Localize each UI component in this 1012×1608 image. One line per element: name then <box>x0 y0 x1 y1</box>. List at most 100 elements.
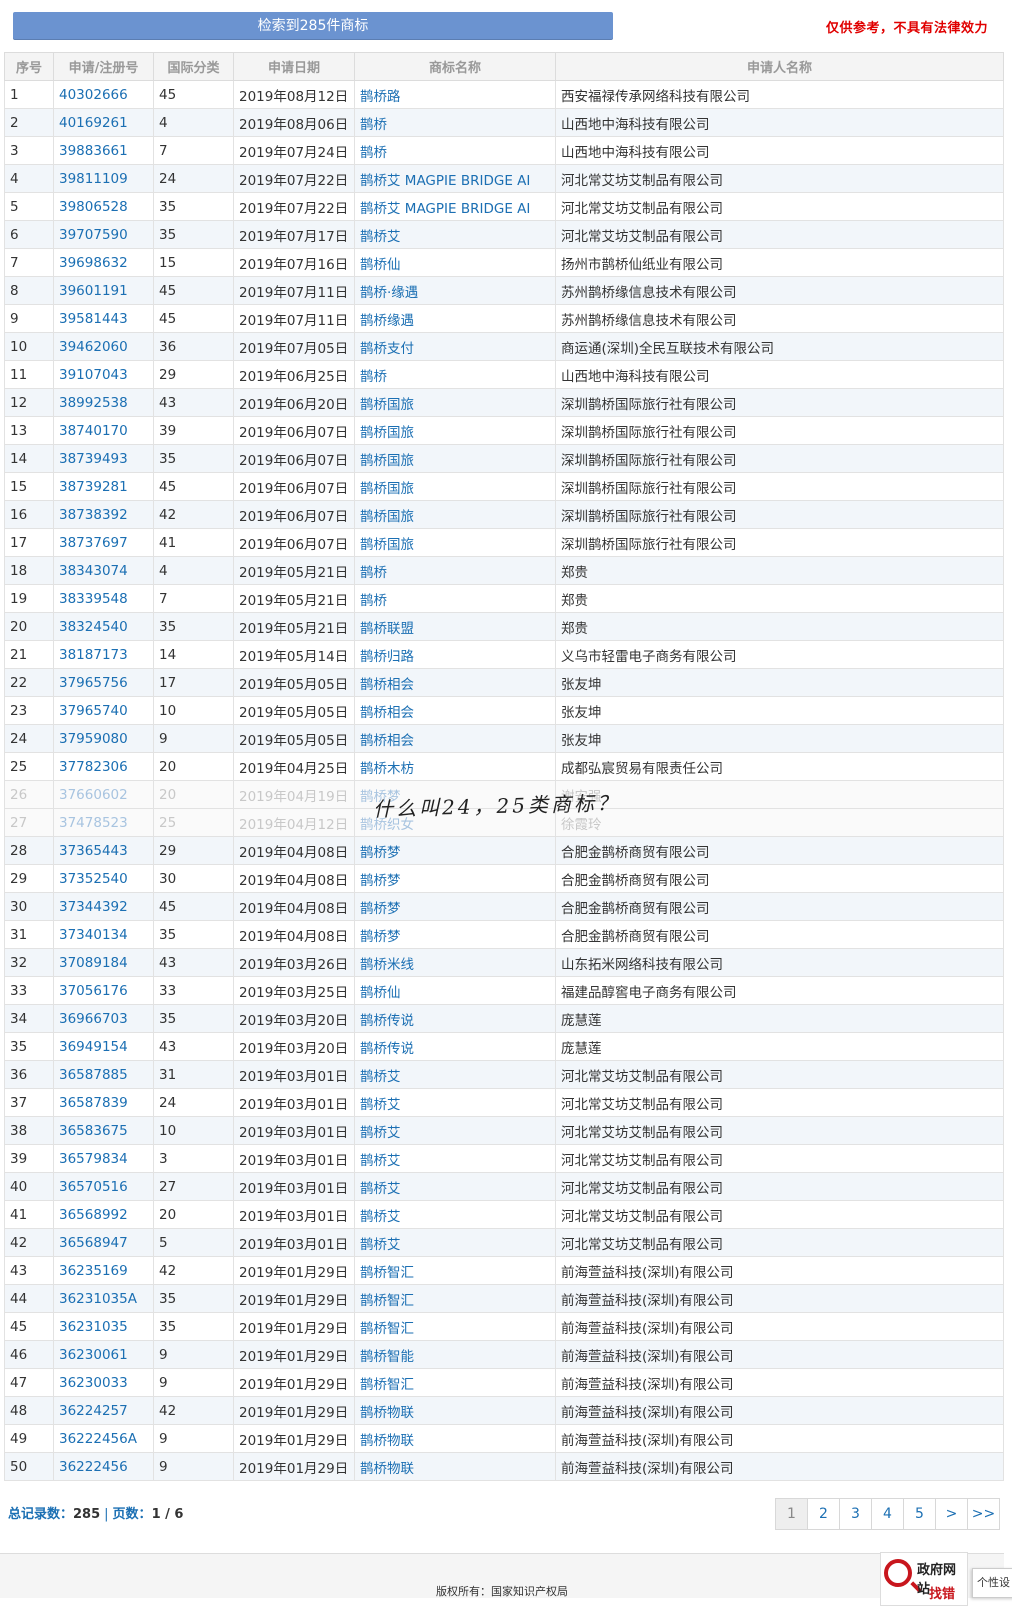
gov-error-report-badge[interactable]: 政府网站 找错 <box>880 1552 968 1606</box>
cell-trademark-name[interactable]: 鹊桥木枋 <box>354 752 556 781</box>
personalize-tab[interactable]: 个性设 <box>972 1568 1012 1598</box>
cell-trademark-name[interactable]: 鹊桥梦 <box>354 920 556 949</box>
cell-reg-number[interactable]: 37352540 <box>53 864 154 893</box>
cell-reg-number[interactable]: 38737697 <box>53 528 154 557</box>
cell-trademark-name[interactable]: 鹊桥联盟 <box>354 612 556 641</box>
cell-trademark-name[interactable]: 鹊桥物联 <box>354 1396 556 1425</box>
cell-reg-number[interactable]: 38740170 <box>53 416 154 445</box>
cell-trademark-name[interactable]: 鹊桥智汇 <box>354 1368 556 1397</box>
cell-trademark-name[interactable]: 鹊桥物联 <box>354 1424 556 1453</box>
cell-reg-number[interactable]: 37056176 <box>53 976 154 1005</box>
next-page-button[interactable]: > <box>935 1498 968 1530</box>
cell-trademark-name[interactable]: 鹊桥路 <box>354 80 556 109</box>
cell-reg-number[interactable]: 36230033 <box>53 1368 154 1397</box>
cell-reg-number[interactable]: 37660602 <box>53 780 154 809</box>
cell-trademark-name[interactable]: 鹊桥相会 <box>354 668 556 697</box>
cell-reg-number[interactable]: 37340134 <box>53 920 154 949</box>
page-4-button[interactable]: 4 <box>871 1498 904 1530</box>
cell-reg-number[interactable]: 38739493 <box>53 444 154 473</box>
cell-trademark-name[interactable]: 鹊桥梦 <box>354 836 556 865</box>
cell-trademark-name[interactable]: 鹊桥相会 <box>354 724 556 753</box>
cell-trademark-name[interactable]: 鹊桥仙 <box>354 248 556 277</box>
cell-reg-number[interactable]: 40169261 <box>53 108 154 137</box>
cell-reg-number[interactable]: 39806528 <box>53 192 154 221</box>
cell-trademark-name[interactable]: 鹊桥国旅 <box>354 444 556 473</box>
cell-reg-number[interactable]: 39698632 <box>53 248 154 277</box>
cell-trademark-name[interactable]: 鹊桥艾 <box>354 1200 556 1229</box>
cell-trademark-name[interactable]: 鹊桥 <box>354 108 556 137</box>
cell-trademark-name[interactable]: 鹊桥传说 <box>354 1032 556 1061</box>
cell-reg-number[interactable]: 39581443 <box>53 304 154 333</box>
cell-trademark-name[interactable]: 鹊桥物联 <box>354 1452 556 1481</box>
cell-trademark-name[interactable]: 鹊桥 <box>354 360 556 389</box>
cell-trademark-name[interactable]: 鹊桥智汇 <box>354 1284 556 1313</box>
cell-trademark-name[interactable]: 鹊桥艾 MAGPIE BRIDGE AI <box>354 192 556 221</box>
page-2-button[interactable]: 2 <box>807 1498 840 1530</box>
cell-trademark-name[interactable]: 鹊桥国旅 <box>354 388 556 417</box>
cell-trademark-name[interactable]: 鹊桥米线 <box>354 948 556 977</box>
cell-reg-number[interactable]: 36579834 <box>53 1144 154 1173</box>
cell-trademark-name[interactable]: 鹊桥智汇 <box>354 1256 556 1285</box>
cell-trademark-name[interactable]: 鹊桥归路 <box>354 640 556 669</box>
cell-reg-number[interactable]: 37782306 <box>53 752 154 781</box>
cell-reg-number[interactable]: 39707590 <box>53 220 154 249</box>
cell-reg-number[interactable]: 38343074 <box>53 556 154 585</box>
cell-trademark-name[interactable]: 鹊桥艾 <box>354 1116 556 1145</box>
cell-reg-number[interactable]: 39107043 <box>53 360 154 389</box>
cell-trademark-name[interactable]: 鹊桥 <box>354 136 556 165</box>
cell-reg-number[interactable]: 36568947 <box>53 1228 154 1257</box>
cell-reg-number[interactable]: 40302666 <box>53 80 154 109</box>
cell-reg-number[interactable]: 39883661 <box>53 136 154 165</box>
page-1-button[interactable]: 1 <box>775 1498 808 1530</box>
cell-trademark-name[interactable]: 鹊桥智汇 <box>354 1312 556 1341</box>
cell-reg-number[interactable]: 36231035 <box>53 1312 154 1341</box>
cell-reg-number[interactable]: 36568992 <box>53 1200 154 1229</box>
cell-trademark-name[interactable]: 鹊桥艾 <box>354 1172 556 1201</box>
cell-reg-number[interactable]: 38739281 <box>53 472 154 501</box>
cell-reg-number[interactable]: 36231035A <box>53 1284 154 1313</box>
cell-trademark-name[interactable]: 鹊桥 <box>354 556 556 585</box>
search-result-banner[interactable]: 检索到285件商标 <box>13 12 613 40</box>
cell-reg-number[interactable]: 36570516 <box>53 1172 154 1201</box>
cell-reg-number[interactable]: 36222456 <box>53 1452 154 1481</box>
cell-trademark-name[interactable]: 鹊桥国旅 <box>354 416 556 445</box>
cell-reg-number[interactable]: 36949154 <box>53 1032 154 1061</box>
cell-trademark-name[interactable]: 鹊桥相会 <box>354 696 556 725</box>
cell-reg-number[interactable]: 36230061 <box>53 1340 154 1369</box>
cell-trademark-name[interactable]: 鹊桥艾 <box>354 1144 556 1173</box>
page-3-button[interactable]: 3 <box>839 1498 872 1530</box>
cell-trademark-name[interactable]: 鹊桥艾 <box>354 1060 556 1089</box>
cell-reg-number[interactable]: 39462060 <box>53 332 154 361</box>
cell-trademark-name[interactable]: 鹊桥国旅 <box>354 500 556 529</box>
cell-reg-number[interactable]: 38324540 <box>53 612 154 641</box>
page-5-button[interactable]: 5 <box>903 1498 936 1530</box>
last-page-button[interactable]: >> <box>967 1498 1000 1530</box>
cell-trademark-name[interactable]: 鹊桥支付 <box>354 332 556 361</box>
cell-reg-number[interactable]: 37959080 <box>53 724 154 753</box>
cell-reg-number[interactable]: 39811109 <box>53 164 154 193</box>
cell-trademark-name[interactable]: 鹊桥梦 <box>354 892 556 921</box>
cell-trademark-name[interactable]: 鹊桥传说 <box>354 1004 556 1033</box>
cell-trademark-name[interactable]: 鹊桥缘遇 <box>354 304 556 333</box>
cell-trademark-name[interactable]: 鹊桥艾 <box>354 1228 556 1257</box>
cell-reg-number[interactable]: 36224257 <box>53 1396 154 1425</box>
cell-reg-number[interactable]: 37089184 <box>53 948 154 977</box>
cell-trademark-name[interactable]: 鹊桥·缘遇 <box>354 276 556 305</box>
cell-reg-number[interactable]: 37478523 <box>53 808 154 837</box>
cell-trademark-name[interactable]: 鹊桥艾 MAGPIE BRIDGE AI <box>354 164 556 193</box>
cell-reg-number[interactable]: 38187173 <box>53 640 154 669</box>
cell-trademark-name[interactable]: 鹊桥 <box>354 584 556 613</box>
cell-reg-number[interactable]: 37965740 <box>53 696 154 725</box>
cell-reg-number[interactable]: 38992538 <box>53 388 154 417</box>
cell-reg-number[interactable]: 36222456A <box>53 1424 154 1453</box>
cell-reg-number[interactable]: 36966703 <box>53 1004 154 1033</box>
cell-reg-number[interactable]: 37365443 <box>53 836 154 865</box>
cell-trademark-name[interactable]: 鹊桥智能 <box>354 1340 556 1369</box>
cell-trademark-name[interactable]: 鹊桥艾 <box>354 1088 556 1117</box>
cell-trademark-name[interactable]: 鹊桥仙 <box>354 976 556 1005</box>
cell-reg-number[interactable]: 37965756 <box>53 668 154 697</box>
cell-reg-number[interactable]: 36235169 <box>53 1256 154 1285</box>
cell-trademark-name[interactable]: 鹊桥国旅 <box>354 472 556 501</box>
cell-trademark-name[interactable]: 鹊桥艾 <box>354 220 556 249</box>
cell-reg-number[interactable]: 36587885 <box>53 1060 154 1089</box>
